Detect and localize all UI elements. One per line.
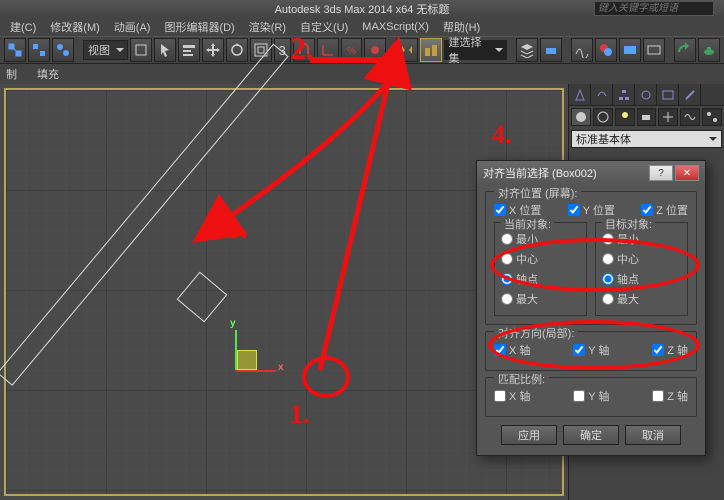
geometry-icon[interactable] [571,108,591,126]
scale-z-check[interactable]: Z 轴 [652,388,688,404]
move-button[interactable] [202,38,224,62]
cameras-icon[interactable] [637,108,657,126]
menu-item[interactable]: 动画(A) [108,17,157,37]
scale-x-check[interactable]: X 轴 [494,388,530,404]
svg-text:%: % [347,46,356,57]
menu-item[interactable]: 建(C) [4,17,42,37]
align-direction-group: 对齐方向(局部): X 轴 Y 轴 Z 轴 [485,331,697,371]
dialog-body: 对齐位置 (屏幕): X 位置 Y 位置 Z 位置 当前对象: 最小 中心 轴点… [477,185,705,455]
menu-item[interactable]: 渲染(R) [243,17,292,37]
curve-editor-button[interactable] [571,38,593,62]
category-icons [569,106,724,128]
x-axis-check[interactable]: X 轴 [494,342,530,358]
separator [564,38,569,62]
hierarchy-tab[interactable] [613,84,635,106]
spinner-snap-button[interactable] [364,38,386,62]
target-object-col: 目标对象: 最小 中心 轴点 最大 [595,222,688,316]
create-tab[interactable] [569,84,591,106]
modify-tab[interactable] [591,84,613,106]
search-input[interactable] [594,1,714,16]
menu-item[interactable]: 修改器(M) [44,17,106,37]
rotate-button[interactable] [226,38,248,62]
snap-button[interactable] [293,38,315,62]
move-gizmo[interactable]: x y [206,340,266,400]
y-axis-check[interactable]: Y 轴 [573,342,609,358]
help-button[interactable]: ? [649,165,673,181]
target-min-radio[interactable]: 最小 [602,231,639,247]
select-button[interactable] [154,38,176,62]
align-button[interactable] [420,38,442,62]
group-title: 对齐方向(局部): [494,325,578,341]
dialog-title-text: 对齐当前选择 (Box002) [483,165,647,181]
align-dialog: 对齐当前选择 (Box002) ? ✕ 对齐位置 (屏幕): X 位置 Y 位置… [476,160,706,456]
spacewarps-icon[interactable] [680,108,700,126]
category-dropdown[interactable]: 标准基本体 [571,130,722,148]
second-toolbar: 制 填充 [0,64,724,84]
named-selection-dropdown[interactable]: 建选择集 [444,40,507,60]
link-button[interactable] [4,38,26,62]
percent-snap-button[interactable]: % [341,38,363,62]
utilities-tab[interactable] [679,84,701,106]
teapot-button[interactable] [698,38,720,62]
target-center-radio[interactable]: 中心 [602,251,639,267]
unlink-button[interactable] [28,38,50,62]
bind-button[interactable] [52,38,74,62]
helpers-icon[interactable] [658,108,678,126]
render-button[interactable] [674,38,696,62]
menu-item[interactable]: 图形编辑器(D) [158,17,240,37]
panel-tabs [569,84,724,106]
lights-icon[interactable] [615,108,635,126]
current-center-radio[interactable]: 中心 [501,251,538,267]
separator [667,38,672,62]
reference-coord-dropdown[interactable]: 视图 [83,40,128,60]
selection-filter-button[interactable] [130,38,152,62]
display-tab[interactable] [657,84,679,106]
target-max-radio[interactable]: 最大 [602,291,639,307]
separator [509,38,514,62]
dialog-titlebar[interactable]: 对齐当前选择 (Box002) ? ✕ [477,161,705,185]
select-name-button[interactable] [178,38,200,62]
separator [76,38,81,62]
current-max-radio[interactable]: 最大 [501,291,538,307]
gizmo-y-label: y [230,318,236,329]
gizmo-xy-plane[interactable] [237,350,257,370]
menu-item[interactable]: MAXScript(X) [356,19,435,35]
current-object-col: 当前对象: 最小 中心 轴点 最大 [494,222,587,316]
col-title: 当前对象: [501,216,554,232]
schematic-button[interactable] [540,38,562,62]
match-scale-group: 匹配比例: X 轴 Y 轴 Z 轴 [485,377,697,417]
col-title: 目标对象: [602,216,655,232]
current-pivot-radio[interactable]: 轴点 [501,271,538,287]
align-position-group: 对齐位置 (屏幕): X 位置 Y 位置 Z 位置 当前对象: 最小 中心 轴点… [485,191,697,325]
shapes-icon[interactable] [593,108,613,126]
gizmo-y-axis[interactable] [235,330,237,370]
systems-icon[interactable] [702,108,722,126]
motion-tab[interactable] [635,84,657,106]
menu-item[interactable]: 自定义(U) [294,17,354,37]
apply-button[interactable]: 应用 [501,425,557,445]
close-button[interactable]: ✕ [675,165,699,181]
gizmo-x-axis[interactable] [236,370,276,372]
second-bar-fill: 填充 [37,66,59,82]
group-title: 匹配比例: [494,371,549,387]
angle-snap-toggle[interactable] [317,38,339,62]
main-toolbar: 视图 3 % 建选择集 [0,36,724,64]
menu-bar: 建(C) 修改器(M) 动画(A) 图形编辑器(D) 渲染(R) 自定义(U) … [0,18,724,36]
app-title: Autodesk 3ds Max 2014 x64 无标题 [275,1,450,17]
gizmo-x-label: x [278,362,284,373]
mirror-button[interactable] [396,38,418,62]
ok-button[interactable]: 确定 [563,425,619,445]
separator [388,38,393,62]
render-setup-button[interactable] [619,38,641,62]
group-title: 对齐位置 (屏幕): [494,185,581,201]
target-pivot-radio[interactable]: 轴点 [602,271,639,287]
layer-button[interactable] [516,38,538,62]
render-frame-button[interactable] [643,38,665,62]
current-min-radio[interactable]: 最小 [501,231,538,247]
material-editor-button[interactable] [595,38,617,62]
scale-y-check[interactable]: Y 轴 [573,388,609,404]
cancel-button[interactable]: 取消 [625,425,681,445]
second-bar-left: 制 [6,66,17,82]
z-axis-check[interactable]: Z 轴 [652,342,688,358]
